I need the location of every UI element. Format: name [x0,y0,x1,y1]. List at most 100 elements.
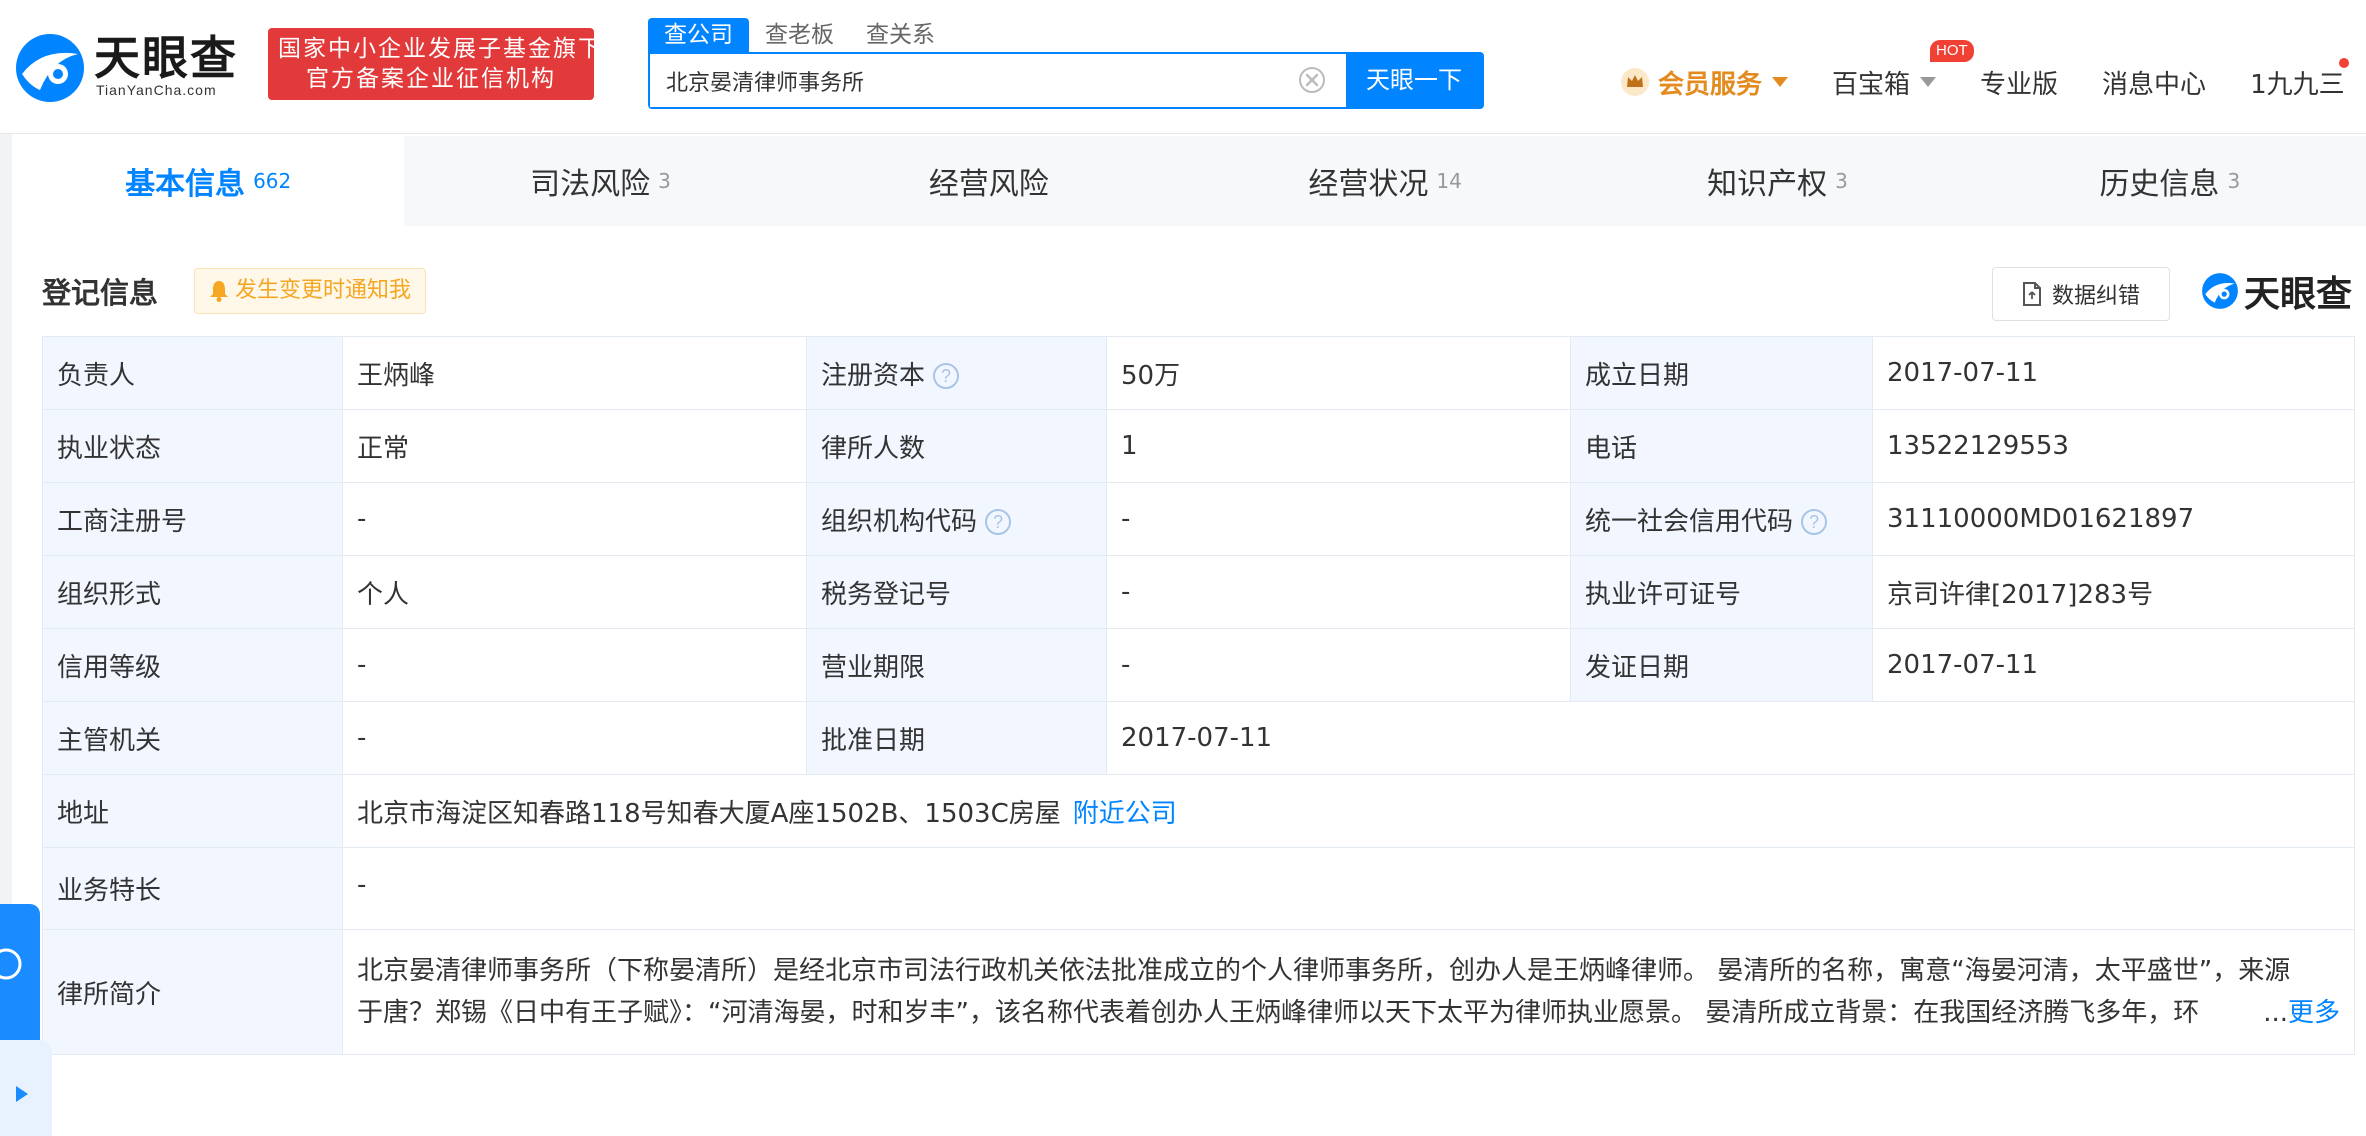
tianyancha-logo-icon [2202,273,2238,309]
nav-username: 1九九三 [2250,69,2345,100]
gov-badge[interactable]: 国家中小企业发展子基金旗下 官方备案企业征信机构 [268,28,603,100]
field-label: 统一社会信用代码? [1570,482,1873,556]
top-header: 天眼查 TianYanCha.com 国家中小企业发展子基金旗下 官方备案企业征… [0,0,2366,134]
search-tab-relation[interactable]: 查关系 [850,18,951,52]
tab-operation-risk[interactable]: 经营风险 [797,136,1189,226]
ellipsis: ... [2263,998,2288,1028]
field-label: 信用等级 [42,628,343,702]
address-text: 北京市海淀区知春路118号知春大厦A座1502B、1503C房屋 [357,798,1061,829]
tab-label: 经营风险 [928,167,1049,202]
field-label: 组织机构代码? [806,482,1107,556]
search-button[interactable]: 天眼一下 [1346,54,1482,107]
nearby-companies-link[interactable]: 附近公司 [1073,799,1177,829]
table-row: 执业状态 正常 律所人数 1 电话 13522129553 [42,409,2355,483]
site-logo[interactable]: 天眼查 TianYanCha.com [12,30,252,102]
tab-label: 知识产权 [1707,167,1828,202]
field-value: - [342,701,807,775]
gov-badge-line1: 国家中小企业发展子基金旗下 [278,36,603,62]
chat-icon [0,948,22,980]
help-icon[interactable]: ? [985,509,1012,535]
bell-icon [210,281,228,302]
field-label: 税务登记号 [806,555,1107,629]
field-value: 北京市海淀区知春路118号知春大厦A座1502B、1503C房屋 附近公司 [342,774,2355,848]
notify-on-change-button[interactable]: 发生变更时通知我 [194,268,427,314]
tab-label: 司法风险 [530,167,651,202]
field-value: - [1106,555,1571,629]
field-value: - [1106,628,1571,702]
tab-count: 662 [253,169,292,193]
logo-subtext: TianYanCha.com [96,82,217,98]
data-correction-label: 数据纠错 [2051,284,2140,309]
field-value: 50万 [1106,336,1571,410]
notification-dot [2338,57,2349,68]
side-play-widget[interactable] [0,1040,52,1136]
field-label: 电话 [1570,409,1873,483]
table-row: 主管机关 - 批准日期 2017-07-11 [42,701,2355,775]
tab-operation-status[interactable]: 经营状况 14 [1189,136,1581,226]
nav-message-center[interactable]: 消息中心 [2102,64,2206,101]
nav-user-menu[interactable]: 1九九三 [2250,57,2349,101]
brand-text: 天眼查 [2244,274,2353,315]
tab-intellectual-property[interactable]: 知识产权 3 [1581,136,1973,226]
field-label: 律所简介 [42,929,343,1055]
field-value: - [342,628,807,702]
search-tab-boss[interactable]: 查老板 [749,18,850,52]
top-nav: 会员服务 百宝箱 HOT 专业版 消息中心 1九九三 [1620,39,2349,104]
main-tabs: 基本信息 662 司法风险 3 经营风险 经营状况 14 知识产权 3 历史信息 3 [12,136,2366,226]
data-correction-button[interactable]: 数据纠错 [1992,267,2170,321]
tab-label: 基本信息 [125,167,246,202]
table-row: 地址 北京市海淀区知春路118号知春大厦A座1502B、1503C房屋 附近公司 [42,774,2355,848]
side-floating-widget[interactable] [0,904,40,1054]
nav-vip-service[interactable]: 会员服务 [1620,64,1789,101]
app-root: 天眼查 TianYanCha.com 国家中小企业发展子基金旗下 官方备案企业征… [0,0,2366,1136]
field-label: 注册资本? [806,336,1107,410]
table-row: 信用等级 - 营业期限 - 发证日期 2017-07-11 [42,628,2355,702]
tab-judicial-risk[interactable]: 司法风险 3 [404,136,796,226]
table-row: 工商注册号 - 组织机构代码? - 统一社会信用代码? 31110000MD01… [42,482,2355,556]
help-icon[interactable]: ? [1801,509,1828,535]
field-label: 执业许可证号 [1570,555,1873,629]
logo-text: 天眼查 [94,31,238,85]
tab-count: 3 [1835,169,1848,193]
more-link[interactable]: 更多 [2288,998,2340,1028]
field-label: 组织形式 [42,555,343,629]
field-value: 正常 [342,409,807,483]
tab-count: 14 [1436,169,1462,193]
nav-treasure-label: 百宝箱 [1832,69,1911,100]
field-label: 发证日期 [1570,628,1873,702]
chevron-down-icon [1772,77,1789,87]
tab-label: 经营状况 [1308,167,1429,202]
table-row: 业务特长 - [42,847,2355,930]
play-icon [16,1086,28,1102]
search-input[interactable] [650,54,1298,107]
field-value: 京司许律[2017]283号 [1872,555,2355,629]
search-box: 天眼一下 [648,52,1484,109]
tab-label: 历史信息 [2099,167,2220,202]
field-label: 批准日期 [806,701,1107,775]
clear-icon[interactable] [1298,66,1326,94]
search-tabs: 查公司 查老板 查关系 [648,18,951,52]
field-label: 地址 [42,774,343,848]
firm-intro-text: 北京晏清律师事务所（下称晏清所）是经北京市司法行政机关依法批准成立的个人律师事务… [357,950,2340,1034]
field-value: 13522129553 [1872,409,2355,483]
field-value[interactable]: 王炳峰 [342,336,807,410]
intro-line-2: 于唐？郑锡《日中有王子赋》：“河清海晏，时和岁丰”，该名称代表着创办人王炳峰律师… [357,998,2200,1028]
search-tab-company[interactable]: 查公司 [648,18,749,52]
nav-treasure-box[interactable]: 百宝箱 HOT [1832,39,1974,101]
nav-vip-label: 会员服务 [1658,69,1763,100]
registration-info-table: 负责人 王炳峰 注册资本? 50万 成立日期 2017-07-11 执业状态 正… [42,336,2355,1055]
tab-history-info[interactable]: 历史信息 3 [1974,136,2366,226]
table-row: 负责人 王炳峰 注册资本? 50万 成立日期 2017-07-11 [42,336,2355,410]
field-value: - [1106,482,1571,556]
field-value: - [342,482,807,556]
field-label: 执业状态 [42,409,343,483]
field-value: 2017-07-11 [1872,336,2355,410]
table-row: 律所简介 北京晏清律师事务所（下称晏清所）是经北京市司法行政机关依法批准成立的个… [42,929,2355,1055]
field-label: 工商注册号 [42,482,343,556]
help-icon[interactable]: ? [933,363,960,389]
field-label: 主管机关 [42,701,343,775]
tianyancha-logo-icon [16,34,84,102]
tab-basic-info[interactable]: 基本信息 662 [12,136,405,226]
nav-pro-version[interactable]: 专业版 [1980,64,2058,101]
field-label: 负责人 [42,336,343,410]
